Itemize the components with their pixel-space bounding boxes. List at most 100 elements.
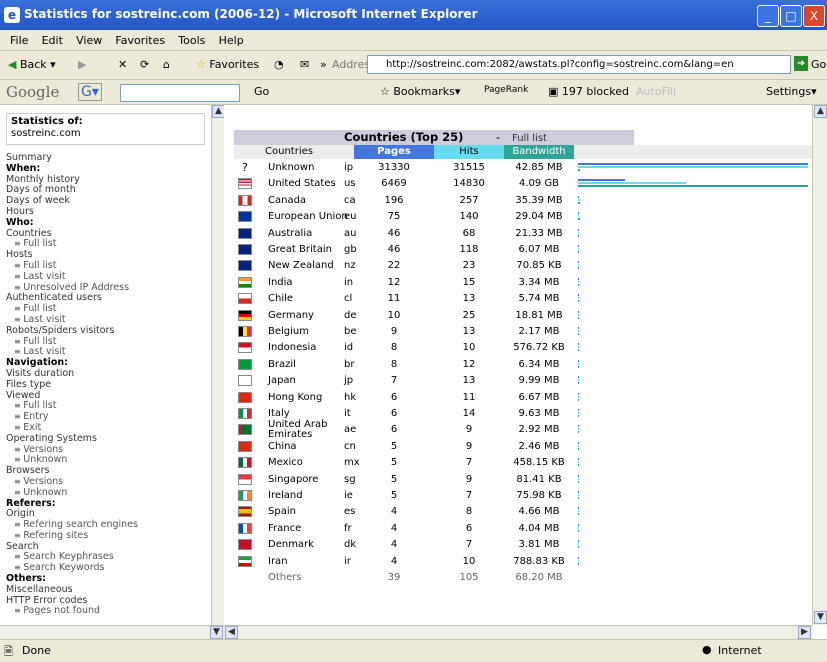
back-button[interactable]: ◀ Back ▾	[8, 58, 56, 71]
nav-label: Who:	[6, 216, 34, 228]
menu-favorites[interactable]: Favorites	[115, 34, 165, 47]
hits-bar	[578, 362, 579, 365]
go-arrow-icon[interactable]: ➜	[794, 56, 808, 71]
hits-value: 13	[462, 293, 476, 305]
table-row: Germany de 10 25 18.81 MB	[234, 308, 812, 324]
nav-label: Authenticated users	[6, 292, 102, 304]
flag-jp-icon	[238, 375, 252, 387]
refresh-icon[interactable]: ⟳	[140, 58, 149, 71]
menu-file[interactable]: File	[10, 34, 28, 47]
unknown-flag-icon: ?	[242, 161, 248, 174]
nav-label: Days of week	[6, 195, 70, 207]
pages-bar	[578, 540, 579, 543]
google-search-input[interactable]	[120, 84, 240, 102]
pages-value: 10	[387, 309, 401, 321]
address-input[interactable]: http://sostreinc.com:2082/awstats.pl?con…	[367, 55, 791, 74]
nav-label: Unknown	[23, 454, 68, 466]
main-frame-hscroll[interactable]: ◀ ▶	[224, 625, 812, 640]
nav-label: Search	[6, 540, 39, 552]
nav-label: Full list	[23, 238, 57, 250]
popup-blocker-button[interactable]: ▣ 197 blocked	[548, 85, 629, 98]
bandwidth-value: 3.34 MB	[518, 276, 560, 288]
menu-frame-scrollbar[interactable]: ▲	[211, 105, 225, 625]
autofill-button[interactable]: AutoFill	[636, 85, 676, 98]
forward-button[interactable]: ▶	[78, 58, 86, 71]
flag-hk-icon	[238, 391, 252, 403]
more-chevron-icon[interactable]: »	[320, 58, 327, 71]
main-frame-scrollbar[interactable]: ▲ ▼	[812, 105, 827, 625]
hits-bar	[578, 231, 579, 234]
window-title: Statistics for sostreinc.com (2006-12) -…	[24, 7, 478, 21]
flag-ie-icon	[238, 490, 252, 501]
close-button[interactable]: X	[803, 5, 825, 27]
flag-es-icon	[238, 506, 252, 518]
menu-frame-hscroll[interactable]: ▼	[0, 625, 224, 640]
table-row: Belgium be 9 13 2.17 MB	[234, 324, 812, 340]
scroll-up-icon[interactable]: ▲	[814, 105, 827, 118]
main-frame: Countries (Top 25) - Full list Countries…	[224, 105, 812, 625]
bandwidth-value: 2.17 MB	[518, 326, 560, 337]
maximize-button[interactable]: □	[780, 5, 802, 27]
nav-label: Exit	[23, 421, 42, 433]
bandwidth-bar	[578, 382, 579, 385]
hits-value: 7	[465, 539, 473, 551]
globe-icon: ●	[702, 643, 712, 656]
hits-bar	[578, 313, 579, 316]
menu-tools[interactable]: Tools	[178, 34, 205, 47]
bandwidth-value: 70.85 KB	[516, 260, 562, 272]
stop-icon[interactable]: ✕	[118, 58, 127, 71]
history-icon[interactable]: ◔	[274, 58, 284, 71]
full-list-link[interactable]: Full list	[512, 131, 547, 146]
bandwidth-value: 18.81 MB	[515, 309, 563, 321]
favorites-button[interactable]: ☆ Favorites	[196, 58, 259, 71]
scroll-right-icon[interactable]: ▶	[798, 626, 811, 639]
table-row: United Arab Emirates ae 6 9 2.92 MB	[234, 420, 812, 440]
star-icon: ☆	[380, 85, 390, 98]
table-row: France fr 4 6 4.04 MB	[234, 521, 812, 537]
nav-label: Robots/Spiders visitors	[6, 324, 115, 336]
pages-value: 4	[390, 555, 398, 567]
nav-subitem[interactable]: ≡ Pages not found	[6, 606, 138, 617]
bandwidth-value: 9.99 MB	[518, 375, 560, 387]
google-logo: Google	[6, 83, 60, 101]
scroll-down-icon[interactable]: ▼	[210, 626, 223, 639]
google-toolbar: Google G▾ Go ☆ Bookmarks▾ PageRank ▣ 197…	[0, 80, 827, 105]
hits-bar	[578, 248, 579, 250]
bandwidth-value: 29.04 MB	[515, 211, 563, 223]
pages-value: 5	[390, 457, 398, 469]
menu-help[interactable]: Help	[219, 34, 244, 47]
pages-value: 8	[390, 342, 398, 354]
nav-label: Unknown	[23, 486, 68, 498]
hits-bar	[578, 444, 579, 447]
scroll-down-icon[interactable]: ▼	[814, 611, 827, 624]
list-icon: ≡	[14, 347, 24, 357]
bandwidth-value: 35.39 MB	[515, 194, 563, 206]
menu-view[interactable]: View	[76, 34, 102, 47]
table-row: China cn 5 9 2.46 MB	[234, 439, 812, 455]
flag-it-icon	[238, 408, 252, 419]
list-icon: ≡	[14, 455, 24, 465]
header-countries: Countries	[265, 146, 313, 157]
minimize-button[interactable]: _	[757, 5, 779, 27]
flag-sg-icon	[238, 473, 252, 485]
menu-edit[interactable]: Edit	[42, 34, 63, 47]
settings-button[interactable]: Settings▾	[766, 85, 817, 98]
mail-icon[interactable]: ✉	[300, 58, 309, 71]
home-icon[interactable]: ⌂	[163, 58, 170, 71]
pages-bar	[578, 523, 579, 526]
pagerank-button[interactable]: PageRank	[484, 85, 528, 95]
bandwidth-value: 75.98 KB	[516, 490, 562, 501]
nav-label: HTTP Error codes	[6, 594, 88, 606]
bandwidth-bar	[578, 316, 579, 319]
pages-value: 6	[390, 391, 398, 403]
google-menu-icon[interactable]: G▾	[78, 83, 102, 101]
list-icon: ≡	[14, 422, 24, 432]
bandwidth-bar	[578, 218, 580, 221]
go-button[interactable]: Go	[811, 58, 826, 71]
scroll-left-icon[interactable]: ◀	[225, 626, 238, 639]
hits-value: 12	[462, 358, 476, 370]
pages-value: 39	[387, 572, 401, 583]
bookmarks-button[interactable]: ☆ Bookmarks▾	[380, 85, 460, 98]
google-go-button[interactable]: Go	[254, 85, 269, 98]
flag-au-icon	[238, 227, 252, 239]
